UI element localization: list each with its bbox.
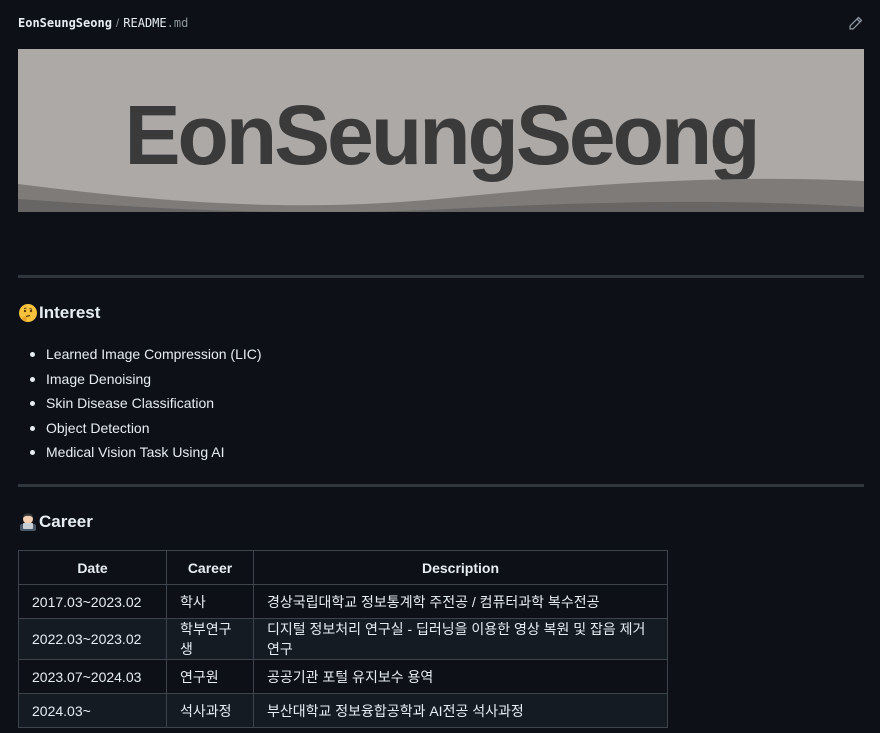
interest-list: Learned Image Compression (LIC) Image De… xyxy=(30,342,262,465)
cell-description: 공공기관 포털 유지보수 용역 xyxy=(253,659,668,694)
readme-banner-image: EonSeungSeong xyxy=(18,49,864,212)
table-row: 2023.07~2024.03 연구원 공공기관 포털 유지보수 용역 xyxy=(18,659,668,694)
list-item: Learned Image Compression (LIC) xyxy=(30,342,262,367)
career-table: Date Career Description 2017.03~2023.02 … xyxy=(18,550,668,728)
breadcrumb-file-ext: .md xyxy=(166,16,189,30)
career-heading: Career xyxy=(18,512,93,532)
career-heading-text: Career xyxy=(39,512,93,531)
cell-date: 2024.03~ xyxy=(18,693,167,728)
interest-heading-text: Interest xyxy=(39,303,101,322)
thinking-face-icon xyxy=(19,304,37,322)
cell-career: 학사 xyxy=(166,584,254,619)
table-row: 2022.03~2023.02 학부연구생 디지털 정보처리 연구실 - 딥러닝… xyxy=(18,618,668,660)
breadcrumb-separator: / xyxy=(115,16,120,30)
cell-date: 2022.03~2023.02 xyxy=(18,618,167,660)
cell-career: 석사과정 xyxy=(166,693,254,728)
cell-date: 2017.03~2023.02 xyxy=(18,584,167,619)
cell-description: 디지털 정보처리 연구실 - 딥러닝을 이용한 영상 복원 및 잡음 제거 연구 xyxy=(253,618,668,660)
list-item: Skin Disease Classification xyxy=(30,391,262,416)
list-item: Object Detection xyxy=(30,416,262,441)
table-header-row: Date Career Description xyxy=(18,550,668,585)
edit-file-button[interactable] xyxy=(846,14,864,32)
interest-heading: Interest xyxy=(18,303,100,323)
cell-career: 연구원 xyxy=(166,659,254,694)
cell-description: 부산대학교 정보융합공학과 AI전공 석사과정 xyxy=(253,693,668,728)
file-breadcrumb: EonSeungSeong / README .md xyxy=(18,14,864,32)
column-header-description: Description xyxy=(253,550,668,585)
list-item: Medical Vision Task Using AI xyxy=(30,440,262,465)
list-item: Image Denoising xyxy=(30,367,262,392)
table-row: 2024.03~ 석사과정 부산대학교 정보융합공학과 AI전공 석사과정 xyxy=(18,693,668,728)
table-row: 2017.03~2023.02 학사 경상국립대학교 정보통계학 주전공 / 컴… xyxy=(18,584,668,619)
cell-description: 경상국립대학교 정보통계학 주전공 / 컴퓨터과학 복수전공 xyxy=(253,584,668,619)
column-header-career: Career xyxy=(166,550,254,585)
cell-date: 2023.07~2024.03 xyxy=(18,659,167,694)
breadcrumb-owner-link[interactable]: EonSeungSeong xyxy=(18,16,112,30)
pencil-icon xyxy=(848,16,862,30)
cell-career: 학부연구생 xyxy=(166,618,254,660)
breadcrumb-file-name: README xyxy=(123,16,167,30)
section-divider xyxy=(18,484,864,487)
column-header-date: Date xyxy=(18,550,167,585)
technologist-icon xyxy=(20,513,36,531)
banner-wave-decoration xyxy=(18,178,864,212)
section-divider xyxy=(18,275,864,278)
